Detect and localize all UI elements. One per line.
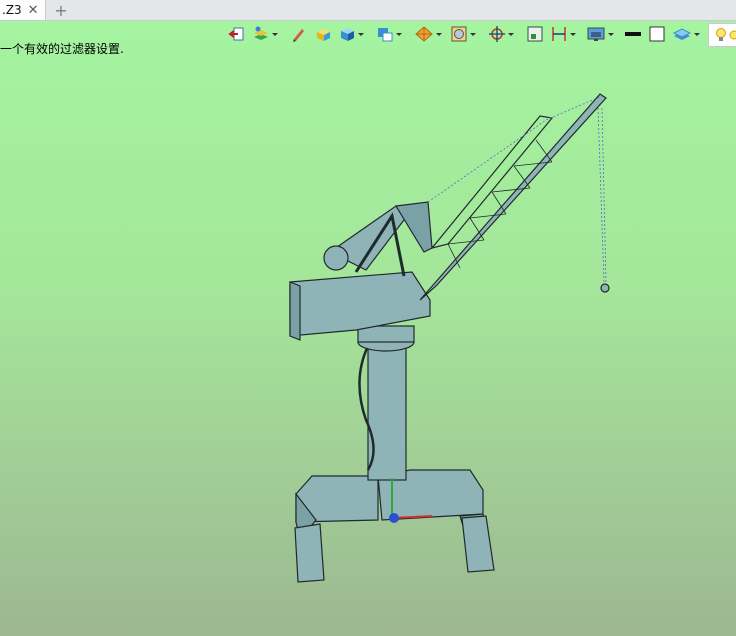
central-column bbox=[367, 345, 407, 481]
left-leg bbox=[294, 523, 325, 583]
plus-icon[interactable]: + bbox=[53, 0, 69, 20]
right-leg bbox=[461, 515, 495, 573]
counterweight bbox=[323, 245, 349, 271]
tab-bar: .Z3 ✕ + bbox=[0, 0, 736, 21]
tab-label: .Z3 bbox=[2, 3, 22, 17]
hook bbox=[600, 283, 610, 293]
jib-boom bbox=[419, 93, 607, 301]
close-icon[interactable]: ✕ bbox=[28, 4, 39, 17]
document-tab[interactable]: .Z3 ✕ bbox=[0, 0, 46, 20]
crane-model[interactable] bbox=[0, 21, 736, 636]
3d-viewport[interactable]: 一个有效的过滤器设置. bbox=[0, 21, 736, 636]
